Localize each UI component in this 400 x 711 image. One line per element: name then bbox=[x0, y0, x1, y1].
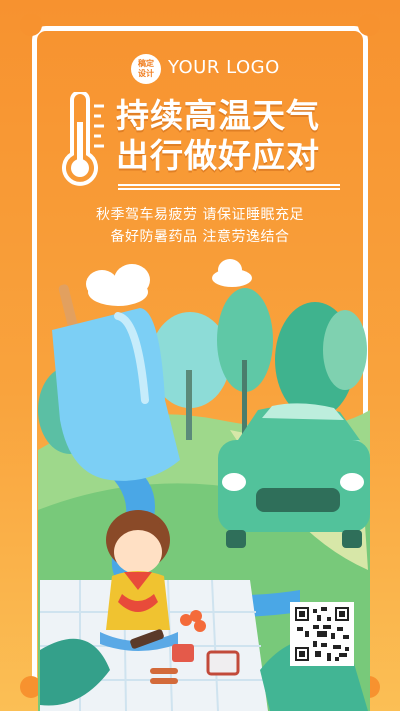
poster: 稿定 设计 YOUR LOGO 持续高温天气 出行做好应对 秋季驾车易疲劳 请保… bbox=[0, 0, 400, 711]
qr-code bbox=[290, 602, 354, 666]
logo-text: YOUR LOGO bbox=[168, 57, 280, 78]
logo-badge-line2: 设计 bbox=[138, 69, 154, 78]
frame-corner bbox=[358, 14, 380, 36]
headline-line1: 持续高温天气 bbox=[116, 96, 320, 135]
cloud bbox=[86, 259, 252, 306]
tip-line-1: 秋季驾车易疲劳 请保证睡眠充足 bbox=[96, 207, 304, 223]
headline-divider bbox=[118, 184, 340, 190]
headline-line2: 出行做好应对 bbox=[116, 136, 320, 175]
headline: 持续高温天气 出行做好应对 bbox=[116, 96, 320, 176]
popsicle bbox=[52, 284, 180, 481]
logo-badge-line1: 稿定 bbox=[138, 59, 154, 68]
thermometer-icon bbox=[62, 92, 104, 186]
tip-line-2: 备好防暑药品 注意劳逸结合 bbox=[110, 229, 290, 245]
logo-badge: 稿定 设计 bbox=[131, 54, 161, 84]
frame-corner bbox=[20, 14, 42, 36]
